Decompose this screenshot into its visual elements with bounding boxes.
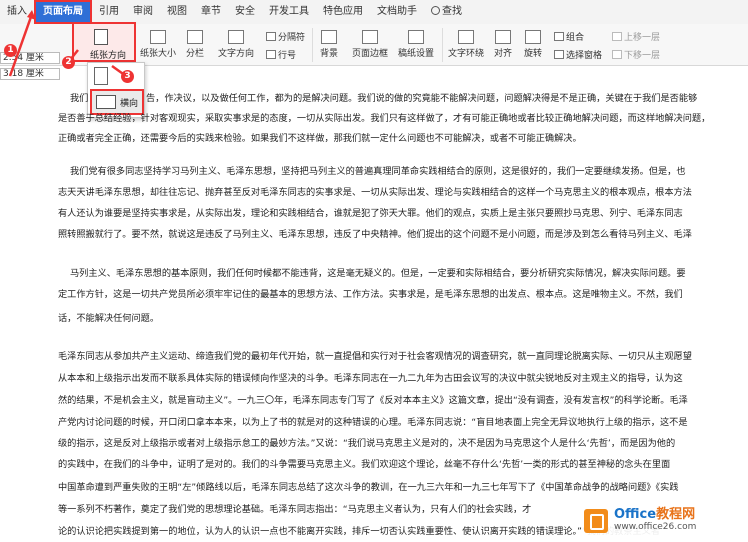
doc-line: 马列主义、毛泽东思想的基本原则，我们任何时候都不能违背，这是毫无疑义的。但是，一… [70,268,686,279]
doc-line: 从本本和上级指示出发而不联系具体实际的错误倾向作坚决的斗争。毛泽东同志在一九二九… [58,373,683,384]
menu-developer[interactable]: 开发工具 [262,0,316,24]
office-logo-icon [584,509,608,533]
doc-line: 是否善于总结经验，针对客观现实，采取实事求是的态度，一切从实际出发。我们只有这样… [58,113,711,124]
doc-line: 志天天讲毛泽东思想，却往往忘记、抛弃甚至反对毛泽东同志的实事求是、一切从实际出发… [58,187,692,198]
draft-settings-button[interactable]: 稿纸设置 [398,30,434,59]
text-wrap-button[interactable]: 文字环绕 [448,30,484,59]
menu-special-apps[interactable]: 特色应用 [316,0,370,24]
columns-button[interactable]: 分栏 [186,30,204,59]
background-button[interactable]: 背景 [320,30,338,59]
ribbon-divider [312,28,313,62]
send-backward-icon [612,50,622,59]
text-direction-icon [228,30,244,44]
doc-line: 告，作决议，以及做任何工作，都为的是解决问题。我们说的做的究竟能不能解决问题，问… [146,93,698,104]
line-number-icon [266,50,276,59]
menu-security[interactable]: 安全 [228,0,262,24]
portrait-option[interactable] [94,67,108,85]
line-number-button[interactable]: 行号 [266,48,296,61]
group-button[interactable]: 组合 [554,30,584,43]
doc-line: 级的指示，这是反对上级指示或者对上级指示怠工的最妙方法。”又说：“我们说马克思主… [58,438,676,449]
text-wrap-icon [458,30,474,44]
align-icon [495,30,511,44]
page-border-button[interactable]: 页面边框 [352,30,388,59]
doc-line: 正确或者完全正确，还需要今后的实践来检验。如果我们不这样做，那我们就一定什么问题… [58,133,582,144]
paper-orientation-icon [94,29,108,45]
align-button[interactable]: 对齐 [494,30,512,59]
watermark-title-a: Office [614,507,657,522]
doc-line: 中国革命遭到严重失败的王明“左”倾路线以后，毛泽东同志总结了这次斗争的教训，在一… [58,482,679,493]
margin-left-field[interactable]: 3.18 厘米 [0,68,60,80]
rotate-button[interactable]: 旋转 [524,30,542,59]
background-icon [321,30,337,44]
document-body[interactable]: 我们 告，作决议，以及做任何工作，都为的是解决问题。我们说的做的究竟能不能解决问… [0,88,748,542]
search-icon [431,6,440,15]
group-icon [554,32,564,41]
paper-size-button[interactable]: 纸张大小 [140,30,176,59]
doc-line: 等一系列不朽著作，奠定了我们党的思想理论基础。毛泽东同志指出：“马克思主义者认为… [58,504,532,515]
search-label: 查找 [442,6,462,17]
columns-icon [187,30,203,44]
paper-orientation-label: 纸张方向 [90,51,127,61]
step-badge-2: 2 [62,56,75,69]
doc-line: 产党内讨论问题的时候，开口闭口拿本本来，以为上了书的就是对的这种错误的心理。毛泽… [58,417,688,428]
bring-forward-icon [612,32,622,41]
doc-line: 照转照搬就行了。要不然，就说这是违反了马列主义、毛泽东思想，违反了中央精神。他们… [58,229,692,240]
select-pane-icon [554,50,564,59]
site-watermark: Office教程网 www.office26.com [582,500,748,542]
select-pane-button[interactable]: 选择窗格 [554,48,602,61]
ribbon-divider [442,28,443,62]
menubar: 插入 页面布局 引用 审阅 视图 章节 安全 开发工具 特色应用 文档助手 查找 [0,0,748,24]
app-window: { "menubar": { "items": ["插入","页面布局","引用… [0,0,748,542]
step-badge-1: 1 [4,44,17,57]
menu-view[interactable]: 视图 [160,0,194,24]
page-border-icon [362,30,378,44]
menu-doc-assistant[interactable]: 文档助手 [370,0,424,24]
send-backward-button[interactable]: 下移一层 [612,48,660,61]
menu-page-layout[interactable]: 页面布局 [34,0,92,24]
text-direction-button[interactable]: 文字方向 [218,30,254,59]
doc-line: 毛泽东同志从参加共产主义运动、缔造我们党的最初年代开始，就一直提倡和实行对于社会… [58,351,692,362]
doc-line: 我们党有很多同志坚持学习马列主义、毛泽东思想，坚持把马列主义的普遍真理同革命实践… [70,166,686,177]
doc-line: 然的结果，不是机会主义，就是盲动主义”。一九三〇年，毛泽东同志专门写了《反对本本… [58,395,688,406]
menu-search[interactable]: 查找 [424,0,469,24]
doc-line: 有人还认为谁要是坚持实事求是，从实际出发，理论和实践相结合，谁就是犯了弥天大罪。… [58,208,683,219]
menu-chapter[interactable]: 章节 [194,0,228,24]
doc-line: 论的认识论把实践提到第一的地位，认为人的认识一点也不能离开实践，排斥一切否认实践… [58,526,661,537]
rotate-icon [525,30,541,44]
draft-icon [408,30,424,44]
paper-size-icon [150,30,166,44]
bring-forward-button[interactable]: 上移一层 [612,30,660,43]
step-badge-3: 3 [121,70,134,83]
doc-line: 我们 [70,93,89,104]
doc-line: 定工作方针，这是一切共产党员所必须牢牢记住的最基本的思想方法、工作方法。实事求是… [58,289,683,300]
menu-references[interactable]: 引用 [92,0,126,24]
page-break-icon [266,32,276,41]
watermark-title-b: 教程网 [656,507,696,522]
doc-line: 话，不能解决任何问题。 [58,313,160,324]
doc-line: 的实践中，在我们的斗争中，证明了是对的。我们的斗争需要马克思主义。我们欢迎这个理… [58,459,671,470]
watermark-url: www.office26.com [614,522,697,532]
paper-orientation-button[interactable]: 纸张方向 [72,22,136,62]
menu-insert[interactable]: 插入 [0,0,34,24]
page-break-button[interactable]: 分隔符 [266,30,305,43]
menu-review[interactable]: 审阅 [126,0,160,24]
